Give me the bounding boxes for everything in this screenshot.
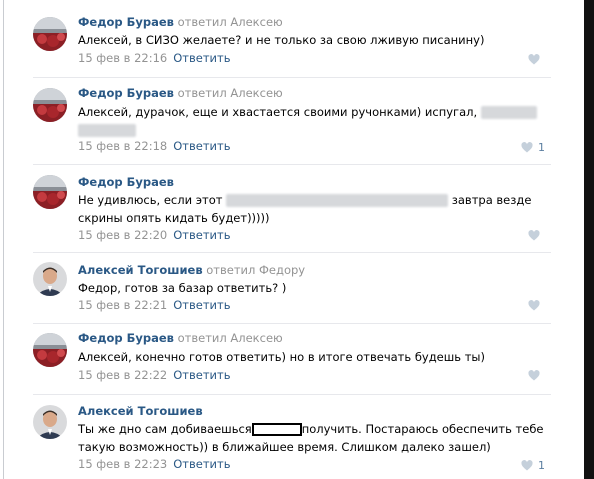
comment-text: Алексей, дурачок, еще и хвастается своим… <box>78 103 548 139</box>
author-name[interactable]: Федор Бураев <box>78 15 174 29</box>
comment-date[interactable]: 15 фев в 22:23 <box>78 457 167 471</box>
reply-to[interactable]: ответил Алексею <box>178 331 283 345</box>
avatar[interactable] <box>33 262 67 296</box>
heart-icon <box>521 460 533 471</box>
avatar[interactable] <box>33 17 67 51</box>
reply-button[interactable]: Ответить <box>173 51 230 65</box>
author-name[interactable]: Федор Бураев <box>78 175 174 189</box>
blurred-text <box>78 124 136 137</box>
comment-item: Федор Бураев Не удивлюсь, если этот завт… <box>0 165 584 253</box>
blurred-text <box>480 106 537 119</box>
comment-author-line: Федор Бураев ответил Алексею <box>78 331 283 345</box>
comment-item: Федор Бураев ответил Алексею Алексей, в … <box>0 0 584 78</box>
reply-button[interactable]: Ответить <box>173 228 230 242</box>
comment-text-part: Алексей, конечно готов ответить) но в ит… <box>78 350 485 364</box>
author-name[interactable]: Алексей Тогошиев <box>78 263 203 277</box>
avatar[interactable] <box>33 405 67 439</box>
reply-button[interactable]: Ответить <box>173 368 230 382</box>
comment-text-part: получить. Постараюсь обеспечить тебе <box>301 422 544 436</box>
comment-meta: 15 фев в 22:22 Ответить <box>78 368 230 382</box>
comment-author-line: Федор Бураев ответил Алексею <box>78 15 283 29</box>
avatar[interactable] <box>33 88 67 122</box>
blurred-text <box>226 194 449 207</box>
comment-author-line: Алексей Тогошиев ответил Федору <box>78 263 305 277</box>
comment-text: Ты же дно сам добиваешься получить. Поста… <box>78 420 548 456</box>
comment-text-part: скрины опять кидать будет))))) <box>78 211 270 225</box>
comment-author-line: Алексей Тогошиев <box>78 404 203 418</box>
reply-to[interactable]: ответил Федору <box>206 263 305 277</box>
comment-item: Федор Бураев ответил Алексею Алексей, ко… <box>0 324 584 395</box>
redaction-box <box>251 423 302 436</box>
comment-text-part: завтра везде <box>451 193 532 207</box>
comment-text-part: такую возможность)) в ближайшее время. С… <box>78 440 491 454</box>
heart-icon <box>528 300 540 311</box>
comment-date[interactable]: 15 фев в 22:16 <box>78 51 167 65</box>
comment-meta: 15 фев в 22:23 Ответить <box>78 457 230 471</box>
like-button[interactable]: 1 <box>521 141 545 154</box>
comment-meta: 15 фев в 22:16 Ответить <box>78 51 230 65</box>
like-count: 1 <box>538 141 545 154</box>
comment-text: Алексей, конечно готов ответить) но в ит… <box>78 348 548 366</box>
like-button[interactable] <box>528 54 545 65</box>
comment-meta: 15 фев в 22:18 Ответить <box>78 139 230 153</box>
comment-author-line: Федор Бураев <box>78 175 174 189</box>
comment-text-part: Алексей, дурачок, еще и хвастается своим… <box>78 105 478 119</box>
like-button[interactable] <box>528 300 545 311</box>
comment-date[interactable]: 15 фев в 22:18 <box>78 139 167 153</box>
like-button[interactable] <box>528 370 545 381</box>
comment-item: Алексей Тогошиев Ты же дно сам добиваешь… <box>0 395 584 479</box>
avatar[interactable] <box>33 333 67 367</box>
comment-date[interactable]: 15 фев в 22:20 <box>78 228 167 242</box>
like-button[interactable] <box>528 230 545 241</box>
comment-text-part: Алексей, в СИЗО желаете? и не только за … <box>78 33 485 47</box>
comment-text-part: Не удивлюсь, если этот <box>78 193 223 207</box>
author-name[interactable]: Федор Бураев <box>78 331 174 345</box>
avatar[interactable] <box>33 175 67 209</box>
reply-button[interactable]: Ответить <box>173 298 230 312</box>
reply-to[interactable]: ответил Алексею <box>178 86 283 100</box>
comment-author-line: Федор Бураев ответил Алексею <box>78 86 283 100</box>
comment-date[interactable]: 15 фев в 22:22 <box>78 368 167 382</box>
like-count: 1 <box>538 459 545 472</box>
comment-text-part: Федор, готов за базар ответить? ) <box>78 281 287 295</box>
author-name[interactable]: Федор Бураев <box>78 86 174 100</box>
reply-button[interactable]: Ответить <box>173 457 230 471</box>
comment-item: Алексей Тогошиев ответил Федору Федор, г… <box>0 253 584 324</box>
comment-date[interactable]: 15 фев в 22:21 <box>78 298 167 312</box>
heart-icon <box>528 230 540 241</box>
heart-icon <box>528 370 540 381</box>
right-border <box>584 0 594 479</box>
comment-text: Не удивлюсь, если этот завтра везде скри… <box>78 191 548 227</box>
comment-meta: 15 фев в 22:20 Ответить <box>78 228 230 242</box>
comment-meta: 15 фев в 22:21 Ответить <box>78 298 230 312</box>
reply-button[interactable]: Ответить <box>173 139 230 153</box>
heart-icon <box>528 54 540 65</box>
comment-item: Федор Бураев ответил Алексею Алексей, ду… <box>0 78 584 165</box>
author-name[interactable]: Алексей Тогошиев <box>78 404 203 418</box>
heart-icon <box>521 142 533 153</box>
like-button[interactable]: 1 <box>521 459 545 472</box>
comment-text: Федор, готов за базар ответить? ) <box>78 279 548 297</box>
comment-text: Алексей, в СИЗО желаете? и не только за … <box>78 31 548 49</box>
reply-to[interactable]: ответил Алексею <box>178 15 283 29</box>
comment-text-part: Ты же дно сам добиваешься <box>78 422 252 436</box>
